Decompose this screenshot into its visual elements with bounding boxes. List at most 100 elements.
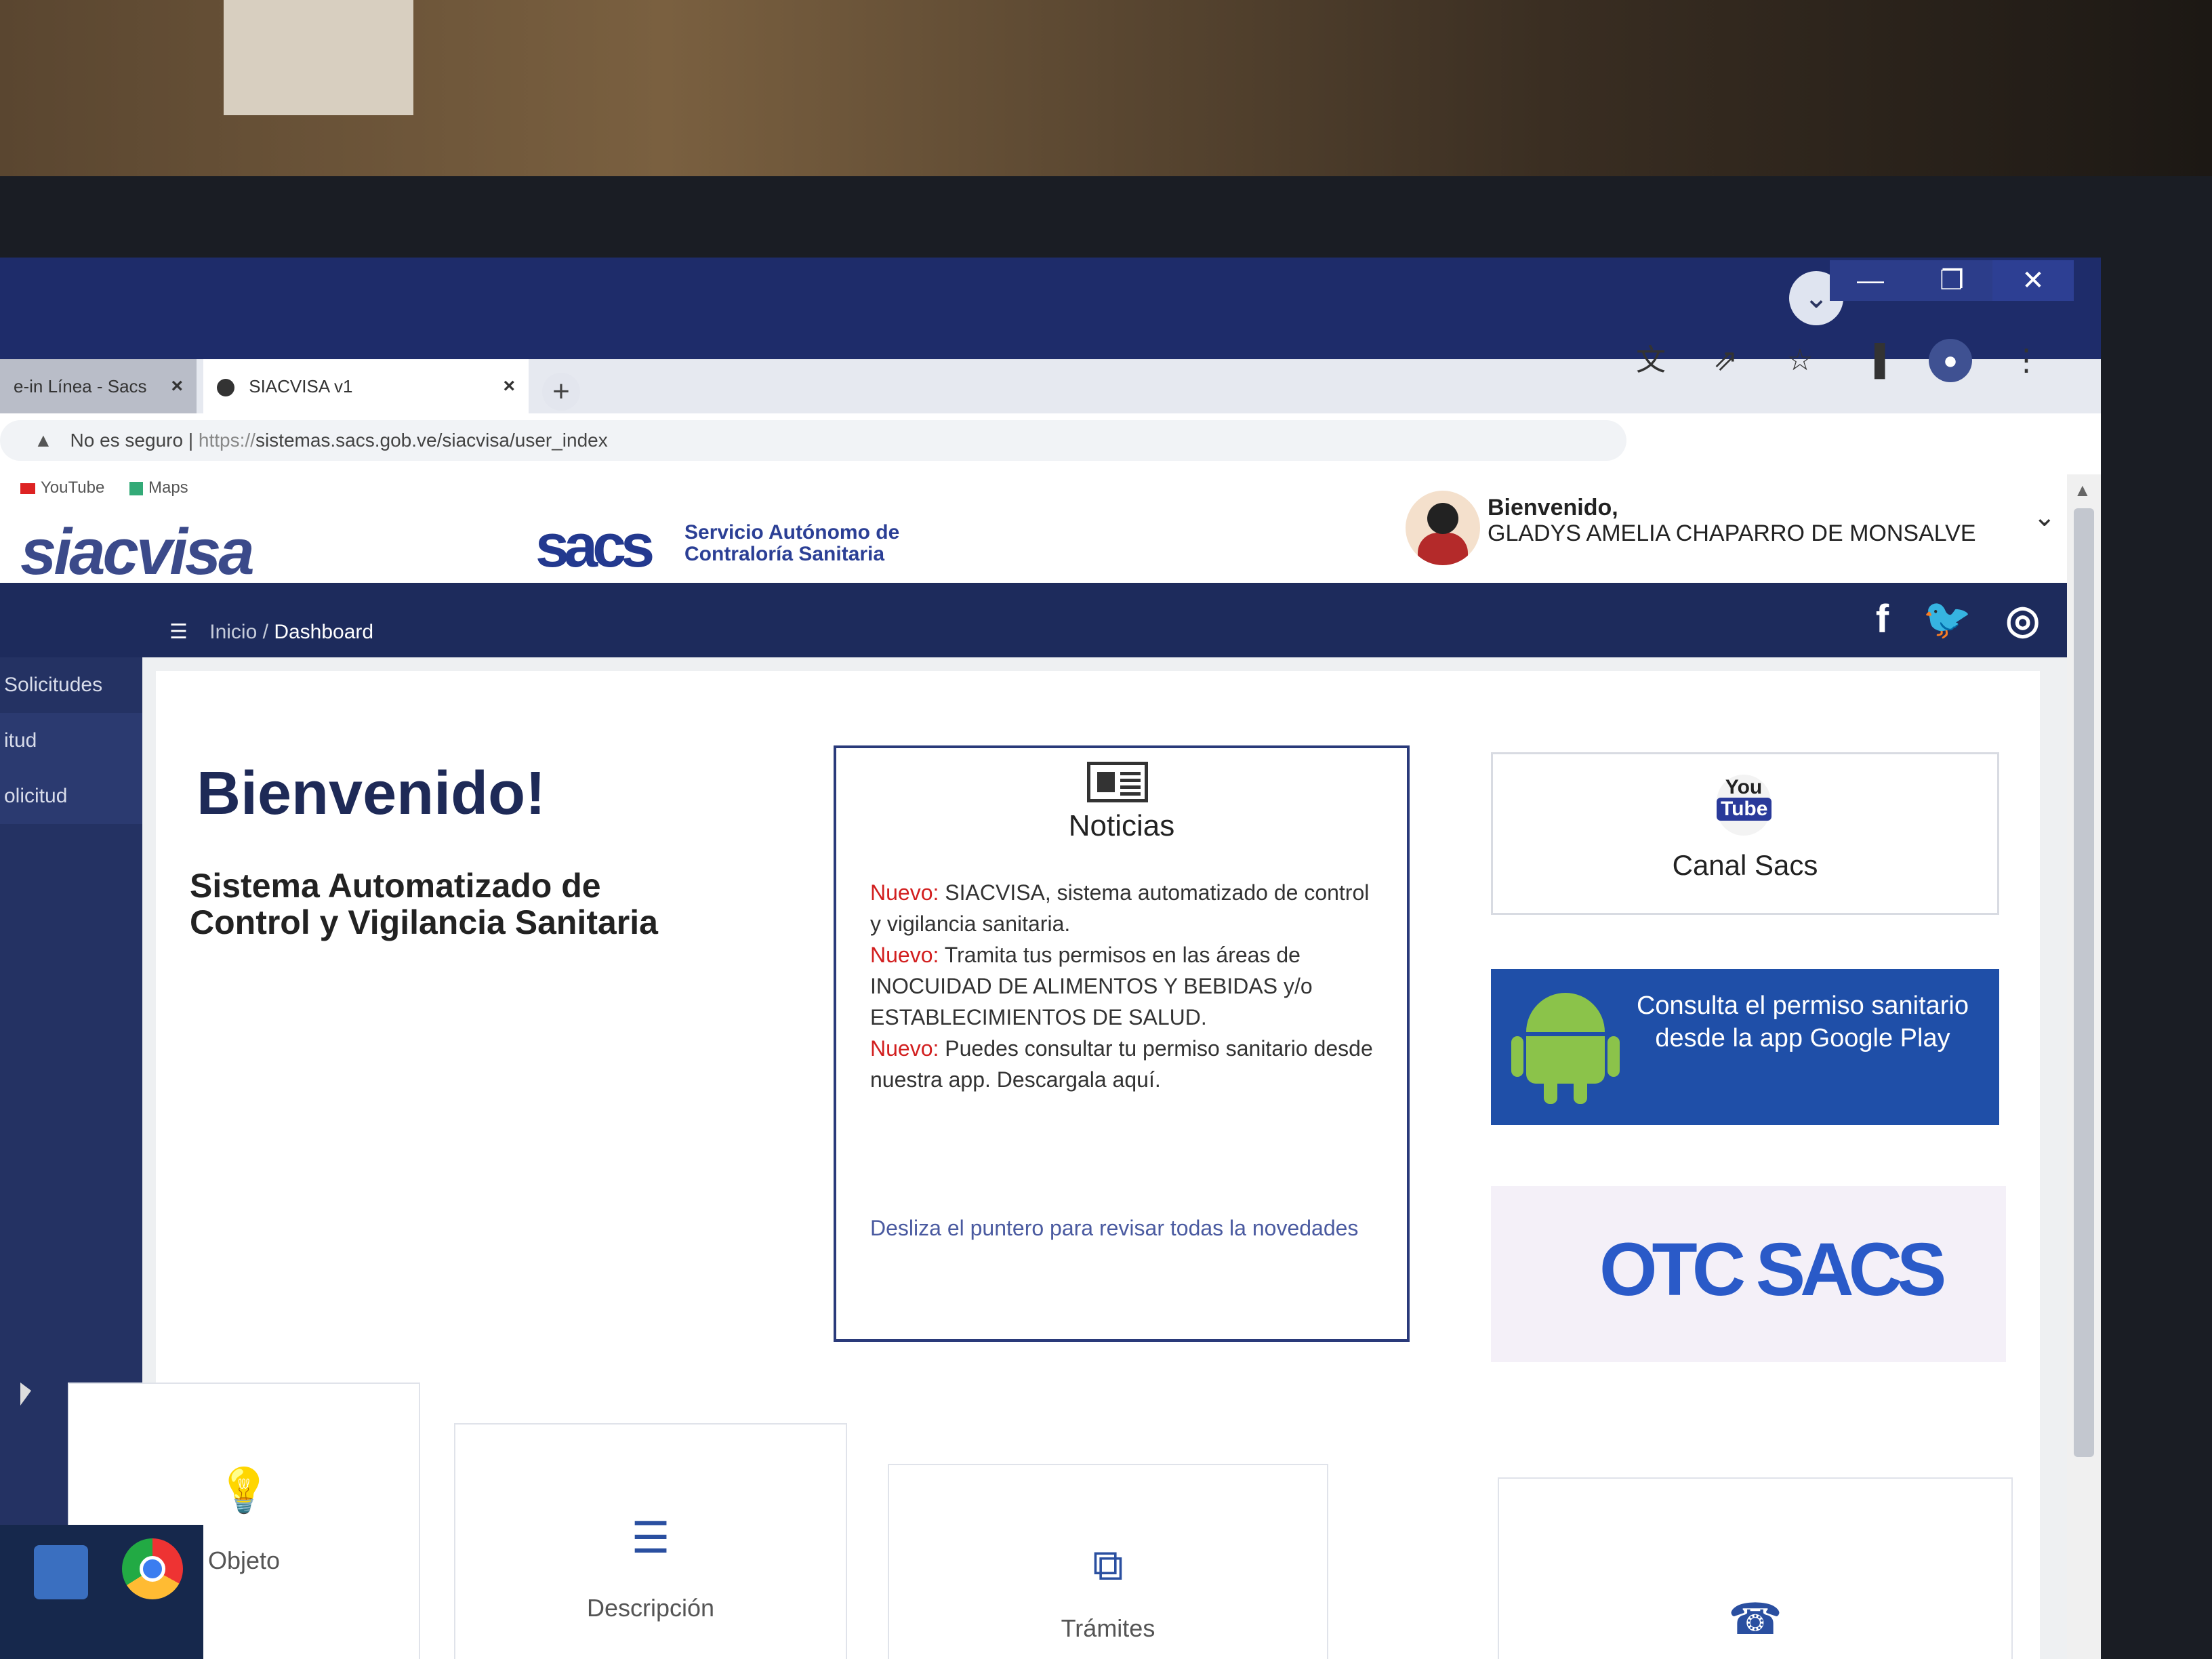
page: siacvisa sacs Servicio Autónomo de Contr… [0,488,2067,1659]
welcome-label: Bienvenido, [1488,495,1618,520]
browser-toolbar: ▲ No es seguro | https://sistemas.sacs.g… [0,413,2101,468]
card-contacto[interactable]: ☎ [1498,1477,2013,1659]
close-window-button[interactable]: ✕ [1992,260,2074,301]
news-title: Noticias [1068,809,1175,842]
lightbulb-icon: 💡 [217,1466,271,1515]
file-explorer-icon[interactable] [34,1545,88,1599]
instagram-icon[interactable]: ◎ [2005,596,2040,642]
url-scheme: https:// [198,430,255,451]
twitter-icon[interactable]: 🐦 [1923,596,1971,642]
google-play-banner[interactable]: Consulta el permiso sanitario desde la a… [1491,969,1999,1125]
otc-sacs-banner[interactable]: OTC SACS [1491,1186,2006,1362]
android-leg [1544,1081,1557,1104]
chevron-down-icon[interactable]: ⌄ [2033,501,2056,533]
os-taskbar [0,1525,203,1659]
toolbar-icons: 文 ⇗ ☆ ▐ ● ⋮ [1631,339,2047,382]
news-tag: Nuevo: [870,880,939,905]
otc-sacs-logo: OTC SACS [1599,1228,1946,1311]
news-item: Nuevo: Tramita tus permisos en las áreas… [870,939,1385,1033]
documents-icon: ⧉ [1092,1540,1124,1589]
wall-poster [224,0,413,115]
security-label[interactable]: No es seguro [70,430,184,451]
maps-icon [129,481,143,495]
star-icon[interactable]: ☆ [1780,340,1820,381]
tab-close-icon[interactable]: × [171,359,183,413]
card-label: Descripción [586,1594,715,1622]
siacvisa-logo[interactable]: siacvisa [20,515,255,590]
tab-title: e-in Línea - Sacs [14,376,147,396]
tab-close-icon[interactable]: × [503,359,515,413]
news-footer: Desliza el puntero para revisar todas la… [870,1216,1359,1240]
news-tag: Nuevo: [870,1036,939,1061]
warning-icon[interactable]: ▲ [34,430,53,451]
sacs-subtitle-line2: Contraloría Sanitaria [684,543,885,565]
breadcrumb-separator: / [262,621,268,643]
profile-icon[interactable]: ● [1929,339,1972,382]
card-label: Trámites [1061,1614,1155,1642]
list-icon: ☰ [631,1513,670,1562]
tab-title: SIACVISA v1 [249,376,353,396]
scroll-up-icon[interactable]: ▲ [2074,480,2091,501]
scroll-thumb[interactable] [2074,508,2094,1457]
sidebar-item-itud[interactable]: itud [0,713,142,769]
breadcrumb-home[interactable]: Inicio [209,621,257,643]
bookmark-youtube[interactable]: YouTube [20,478,104,497]
window-controls: — ❐ ✕ [1830,260,2074,301]
avatar-head [1427,503,1458,534]
android-torso [1526,1036,1605,1084]
tab-inactive[interactable]: e-in Línea - Sacs × [0,359,197,413]
maximize-button[interactable]: ❐ [1911,260,1992,301]
newspaper-icon [1087,762,1148,802]
android-icon [1511,993,1620,1104]
hamburger-menu-icon[interactable]: ☰ [169,621,188,643]
bookmark-maps[interactable]: Maps [129,478,188,497]
url-separator: | [188,430,199,451]
news-item[interactable]: Nuevo: Puedes consultar tu permiso sanit… [870,1033,1385,1095]
phone-icon: ☎ [1728,1595,1782,1643]
minimize-button[interactable]: — [1830,260,1911,301]
user-welcome[interactable]: Bienvenido, GLADYS AMELIA CHAPARRO DE MO… [1488,495,1976,546]
sidebar-item-solicitudes[interactable]: Solicitudes [0,657,142,713]
mouse-cursor-icon [20,1382,31,1406]
youtube-icon [20,483,35,494]
card-descripcion[interactable]: ☰ Descripción [454,1423,847,1659]
avatar-body [1418,533,1468,565]
news-text: SIACVISA, sistema automatizado de contro… [870,880,1370,936]
youtube-icon: You Tube [1717,775,1772,836]
news-tag: Nuevo: [870,943,939,967]
page-subtitle: Sistema Automatizado de Control y Vigila… [190,867,658,941]
sacs-logo: sacs [535,512,655,580]
tab-active[interactable]: SIACVISA v1 × [203,359,529,413]
address-bar[interactable]: ▲ No es seguro | https://sistemas.sacs.g… [0,420,1626,461]
news-item: Nuevo: SIACVISA, sistema automatizado de… [870,877,1385,939]
facebook-icon[interactable]: f [1876,596,1889,642]
android-leg [1574,1081,1587,1104]
card-tramites[interactable]: ⧉ Trámites [888,1464,1328,1659]
breadcrumb-current: Dashboard [274,621,374,643]
avatar[interactable] [1403,488,1483,568]
screen: ⌄ — ❐ ✕ e-in Línea - Sacs × SIACVISA v1 … [0,258,2101,1659]
android-arm [1511,1036,1523,1077]
new-tab-button[interactable]: + [542,373,580,411]
youtube-label: Canal Sacs [1672,849,1818,881]
favicon-icon [217,379,234,397]
translate-icon[interactable]: 文 [1631,340,1671,381]
google-play-text: Consulta el permiso sanitario desde la a… [1636,991,1969,1052]
android-arm [1607,1036,1620,1077]
sidepanel-icon[interactable]: ▐ [1854,340,1895,381]
social-links: f 🐦 ◎ [1876,596,2040,642]
news-list: Nuevo: SIACVISA, sistema automatizado de… [870,877,1385,1095]
sidebar-item-olicitud[interactable]: olicitud [0,769,142,824]
chrome-icon[interactable] [122,1538,183,1599]
news-text[interactable]: Puedes consultar tu permiso sanitario de… [870,1036,1373,1092]
youtube-channel-card[interactable]: You Tube Canal Sacs [1491,752,1999,915]
youtube-you: You [1725,776,1763,798]
kebab-menu-icon[interactable]: ⋮ [2006,340,2047,381]
user-name: GLADYS AMELIA CHAPARRO DE MONSALVE [1488,520,1976,546]
dashboard-content: Bienvenido! Sistema Automatizado de Cont… [68,671,2040,1659]
youtube-tube: Tube [1717,798,1772,821]
news-panel: Noticias Nuevo: SIACVISA, sistema automa… [834,745,1410,1342]
share-icon[interactable]: ⇗ [1705,340,1746,381]
page-scrollbar[interactable]: ▲ [2067,474,2101,1659]
sacs-subtitle: Servicio Autónomo de Contraloría Sanitar… [684,522,899,565]
